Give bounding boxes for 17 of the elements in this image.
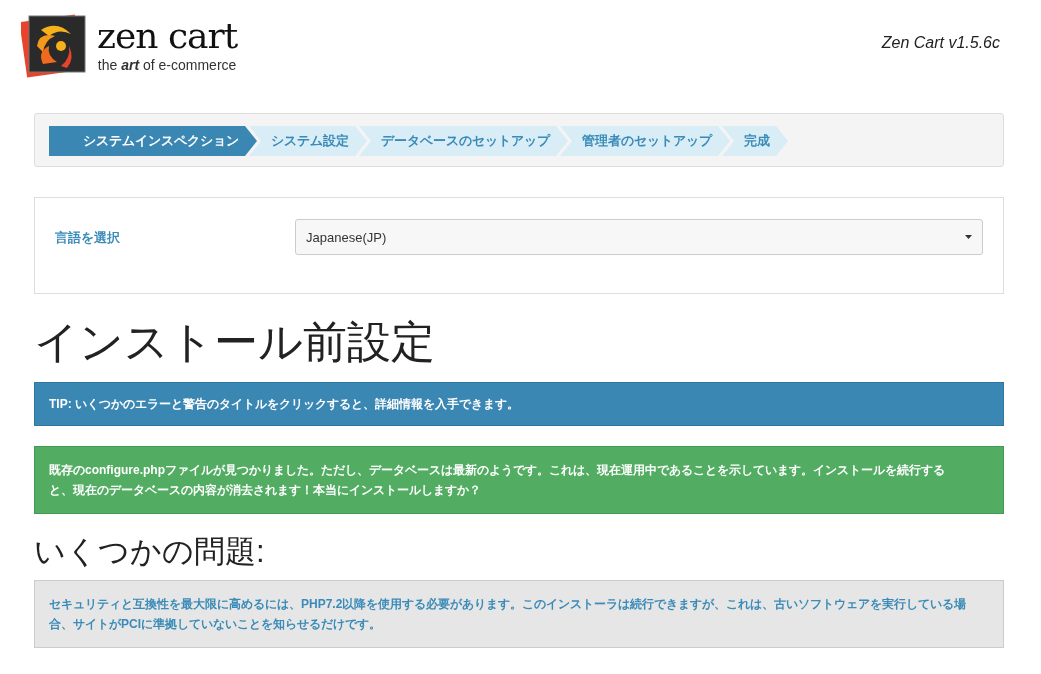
language-label: 言語を選択 — [55, 229, 121, 247]
logo-tagline: the art of e-commerce — [97, 57, 237, 73]
language-select[interactable]: Japanese(JP) — [295, 219, 983, 255]
progress-step[interactable]: 完成 — [722, 126, 788, 156]
issue-message: セキュリティと互換性を最大限に高めるには、PHP7.2以降を使用する必要があります。このインストーラは続行できますが、これは、古いソフトウェアを実行している場合、サイトがPCIに準拠していないことを知らせるだけです。 — [34, 580, 1004, 648]
section-heading: いくつかの問題: — [34, 534, 266, 570]
alert-message: TIP: いくつかのエラーと警告のタイトルをクリックすると、詳細情報を入手できます。 — [34, 382, 1004, 426]
progress-step[interactable]: 管理者のセットアップ — [560, 126, 730, 156]
logo-title: zen cart — [97, 17, 238, 55]
progress-step[interactable]: システム設定 — [249, 126, 367, 156]
alert-message: 既存のconfigure.phpファイルが見つかりました。ただし、データベースは最新のようです。これは、現在運用中であることを示しています。インストールを続行すると、現在のデータベースの内容が消去されます！本当にインストールしますか？ — [34, 446, 1004, 514]
progress-step[interactable]: システムインスペクション — [49, 126, 257, 156]
version-label: Zen Cart v1.5.6c — [881, 34, 1000, 52]
page-title: インストール前設定 — [34, 316, 436, 368]
progress-step[interactable]: データベースのセットアップ — [359, 126, 568, 156]
logo-icon — [21, 12, 87, 78]
caret-icon — [965, 235, 972, 239]
